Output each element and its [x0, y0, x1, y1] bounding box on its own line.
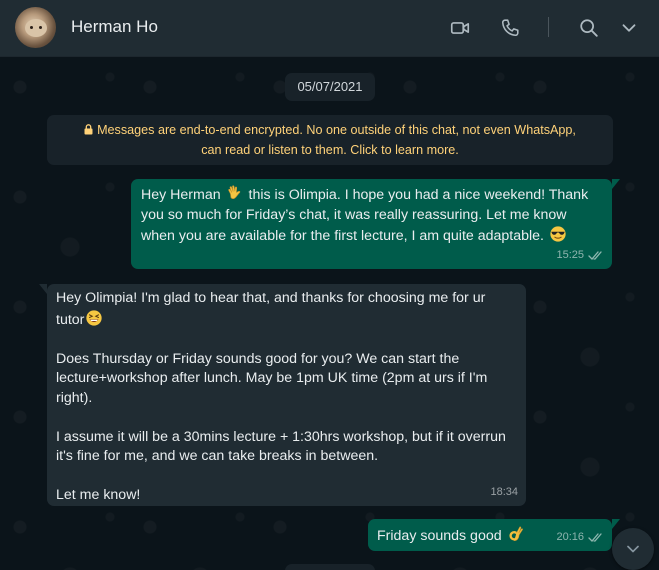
avatar-eye	[30, 26, 33, 29]
bubble-tail	[612, 519, 620, 529]
contact-name[interactable]: Herman Ho	[71, 17, 158, 37]
lock-icon	[84, 124, 93, 135]
sunglasses-face-icon	[550, 226, 566, 242]
message-text: Hey Herman this is Olimpia. I hope you h…	[141, 184, 603, 247]
waving-hand-icon	[227, 185, 240, 199]
bubble-tail	[39, 284, 47, 294]
message-text-part: Hey Herman	[141, 187, 225, 203]
message-text-part: Hey Olimpia! I'm glad to hear that, and …	[56, 290, 490, 328]
message-time: 18:34	[490, 485, 518, 498]
chevron-down-icon	[627, 545, 639, 553]
search-icon[interactable]	[578, 17, 600, 39]
outgoing-message[interactable]: Hey Herman this is Olimpia. I hope you h…	[131, 179, 620, 269]
voice-call-icon[interactable]	[499, 17, 521, 39]
outgoing-message[interactable]: Friday sounds good 20:16	[368, 519, 620, 551]
avatar-eye	[39, 26, 42, 29]
message-text-part: Friday sounds good	[377, 528, 506, 544]
bubble-tail	[612, 179, 620, 189]
scroll-to-bottom-button[interactable]	[612, 528, 654, 570]
message-text: Hey Olimpia! I'm glad to hear that, and …	[56, 289, 517, 506]
chevron-down-icon[interactable]	[618, 17, 640, 39]
message-time: 15:25	[556, 248, 584, 261]
contact-avatar[interactable]	[15, 7, 56, 48]
message-time: 20:16	[556, 530, 584, 543]
header-divider	[548, 17, 549, 37]
date-chip: 05/07/2021	[285, 73, 375, 101]
video-call-icon[interactable]	[449, 17, 471, 39]
message-meta: 18:34	[490, 483, 518, 503]
encryption-text-line2: can read or listen to them. Click to lea…	[201, 143, 459, 157]
avatar-face	[25, 19, 47, 37]
message-meta: 20:16	[556, 528, 604, 548]
message-body: Does Thursday or Friday sounds good for …	[56, 350, 506, 504]
chat-header: Herman Ho	[0, 0, 659, 57]
message-meta: 15:25	[556, 246, 604, 266]
incoming-message[interactable]: Hey Olimpia! I'm glad to hear that, and …	[39, 284, 526, 506]
grinning-squint-face-icon	[86, 309, 103, 326]
encryption-text-line1: Messages are end-to-end encrypted. No on…	[97, 123, 576, 137]
encryption-notice[interactable]: Messages are end-to-end encrypted. No on…	[47, 115, 613, 165]
read-ticks-icon	[588, 251, 602, 260]
ok-hand-icon	[508, 526, 523, 542]
read-ticks-icon	[588, 533, 602, 542]
next-date-chip	[285, 564, 375, 570]
